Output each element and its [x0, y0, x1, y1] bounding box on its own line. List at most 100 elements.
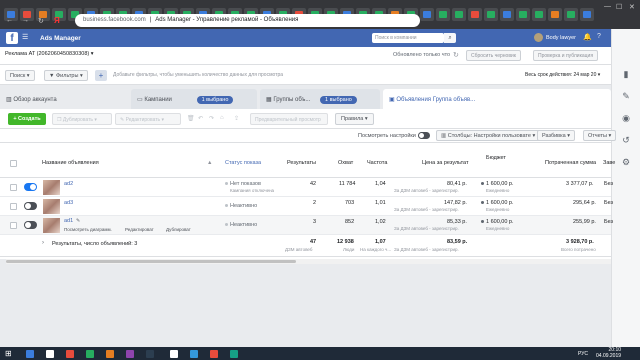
col-frequency[interactable]: Частота — [367, 160, 387, 166]
user-profile[interactable]: Body lawyer — [534, 33, 576, 42]
app-icon[interactable] — [86, 350, 94, 358]
date-range-picker[interactable]: Весь срок действия: 24 мар 20 ▾ — [525, 72, 600, 78]
app-icon[interactable] — [46, 350, 54, 358]
horizontal-scrollbar[interactable] — [6, 259, 611, 264]
row-action-edit[interactable]: Редактироват — [125, 227, 154, 232]
app-icon[interactable] — [26, 350, 34, 358]
app-icon[interactable] — [106, 350, 114, 358]
col-spent[interactable]: Потраченная сумма — [545, 160, 596, 166]
app-icon[interactable] — [230, 350, 238, 358]
app-icon[interactable] — [126, 350, 134, 358]
preview-button[interactable]: Предварительный просмотр — [250, 113, 328, 125]
ad-name[interactable]: ad2 — [64, 181, 73, 187]
back-icon[interactable]: ← — [6, 17, 13, 24]
col-results[interactable]: Результаты — [287, 160, 316, 166]
edit-icon[interactable]: ✎ — [620, 91, 632, 103]
minimize-icon[interactable]: — — [604, 3, 611, 10]
browser-tab[interactable] — [564, 8, 578, 21]
ad-toggle[interactable] — [24, 183, 37, 191]
col-budget[interactable]: Бюджет — [486, 155, 506, 161]
browser-tab[interactable] — [500, 8, 514, 21]
row-checkbox[interactable] — [10, 222, 17, 229]
company-search-input[interactable]: Поиск в компании — [372, 33, 444, 43]
help-icon[interactable]: ? — [597, 33, 601, 40]
preview-icon[interactable]: ◉ — [620, 113, 632, 125]
select-all-checkbox[interactable] — [10, 160, 17, 167]
browser-tab[interactable] — [452, 8, 466, 21]
undo-icon[interactable]: ↶ — [198, 115, 203, 122]
table-row[interactable]: ad2 Нет показов Кампания отключена 42 11… — [0, 178, 613, 197]
chart-icon[interactable]: ▮ — [620, 69, 632, 81]
input-language[interactable]: РУС — [578, 351, 588, 357]
tag-icon[interactable]: ⌂ — [220, 115, 224, 121]
refresh-icon[interactable]: ↻ — [453, 51, 459, 59]
browser-tab[interactable] — [468, 8, 482, 21]
tab-ads[interactable]: ▣ Объявления Группа объяв... — [383, 89, 611, 109]
chevron-right-icon[interactable]: › — [42, 240, 44, 246]
discard-draft-button[interactable]: Сбросить черновик — [466, 50, 521, 61]
redo-icon[interactable]: ↷ — [209, 115, 214, 122]
app-icon[interactable] — [170, 350, 178, 358]
notifications-icon[interactable]: 🔔 — [583, 33, 592, 41]
browser-tab[interactable] — [532, 8, 546, 21]
breakdown-button[interactable]: Разбивка ▾ — [537, 130, 575, 141]
account-selector[interactable]: Реклама AT (2062060450830308) ▾ — [5, 51, 94, 57]
settings-icon[interactable]: ⚙ — [620, 157, 632, 169]
search-button[interactable]: Поиск ▾ — [5, 70, 35, 81]
yandex-browser-icon[interactable] — [66, 350, 74, 358]
view-settings-toggle[interactable] — [418, 132, 430, 139]
address-bar[interactable]: business.facebook.com | Ads Manager - Уп… — [75, 14, 420, 27]
ad-name[interactable]: ad3 — [64, 200, 73, 206]
rules-button[interactable]: Правила ▾ — [335, 113, 374, 125]
columns-button[interactable]: ▥ Столбцы: Настройки пользовате ▾ — [436, 130, 541, 141]
facebook-logo-icon[interactable]: f — [6, 32, 18, 44]
ad-toggle[interactable] — [24, 202, 37, 210]
tab-adsets[interactable]: ▦ Группы объ... 1 выбрано — [260, 89, 380, 109]
reports-button[interactable]: Отчеты ▾ — [583, 130, 617, 141]
row-action-duplicate[interactable]: Дублироват — [166, 227, 191, 232]
col-warning[interactable]: ▲ — [207, 160, 212, 166]
scrollbar-thumb[interactable] — [6, 260, 296, 263]
maximize-icon[interactable]: ☐ — [616, 3, 622, 11]
edit-button[interactable]: ✎ Редактировать ▾ — [115, 113, 181, 125]
selected-pill[interactable]: 1 выбрано — [320, 96, 357, 104]
table-row[interactable]: ad3 Неактивно 2 703 1,01 147,82 р. За ДЗ… — [0, 197, 613, 216]
pencil-icon[interactable]: ✎ — [76, 218, 80, 224]
search-icon[interactable]: ⌕ — [444, 33, 456, 43]
ad-name[interactable]: ad1 — [64, 218, 73, 224]
col-reach[interactable]: Охват — [338, 160, 353, 166]
tab-account-overview[interactable]: ▥ Обзор аккаунта — [0, 89, 128, 109]
close-window-icon[interactable]: ✕ — [629, 3, 635, 11]
app-icon[interactable] — [210, 350, 218, 358]
reload-icon[interactable]: ↻ — [38, 17, 44, 25]
browser-tab[interactable] — [436, 8, 450, 21]
browser-tab[interactable] — [420, 8, 434, 21]
duplicate-button[interactable]: ❐ Дублировать ▾ — [52, 113, 112, 125]
menu-icon[interactable]: ☰ — [22, 33, 28, 41]
browser-tab[interactable] — [484, 8, 498, 21]
telegram-icon[interactable] — [190, 350, 198, 358]
review-publish-button[interactable]: Проверка и публикация — [533, 50, 599, 61]
ad-toggle[interactable] — [24, 221, 37, 229]
browser-tab[interactable] — [516, 8, 530, 21]
selected-pill[interactable]: 1 выбрано — [196, 96, 234, 104]
browser-tab[interactable] — [548, 8, 562, 21]
row-checkbox[interactable] — [10, 184, 17, 191]
col-cost[interactable]: Цена за результат — [422, 160, 469, 166]
filters-button[interactable]: ▼ Фильтры ▾ — [44, 70, 88, 81]
table-row[interactable]: ad1 ✎ Посмотреть диаграмм. Редактироват … — [0, 216, 613, 235]
yandex-logo-icon[interactable]: Я — [54, 16, 60, 25]
row-checkbox[interactable] — [10, 203, 17, 210]
app-icon[interactable] — [146, 350, 154, 358]
windows-start-icon[interactable]: ⊞ — [5, 349, 12, 358]
add-filter-button[interactable]: + — [95, 70, 107, 81]
delete-icon[interactable]: 🗑 — [187, 115, 195, 122]
export-icon[interactable]: ⇪ — [234, 115, 239, 122]
col-name[interactable]: Название объявления — [42, 160, 99, 166]
forward-icon[interactable]: → — [22, 17, 29, 24]
create-button[interactable]: + Создать — [8, 113, 46, 125]
col-status[interactable]: Статус показа — [225, 160, 261, 166]
tab-campaigns[interactable]: ▭ Кампании 1 выбрано — [131, 89, 257, 109]
system-clock[interactable]: 20:10 04.09.2019 — [596, 347, 621, 359]
col-ends[interactable]: Заве — [603, 160, 615, 166]
